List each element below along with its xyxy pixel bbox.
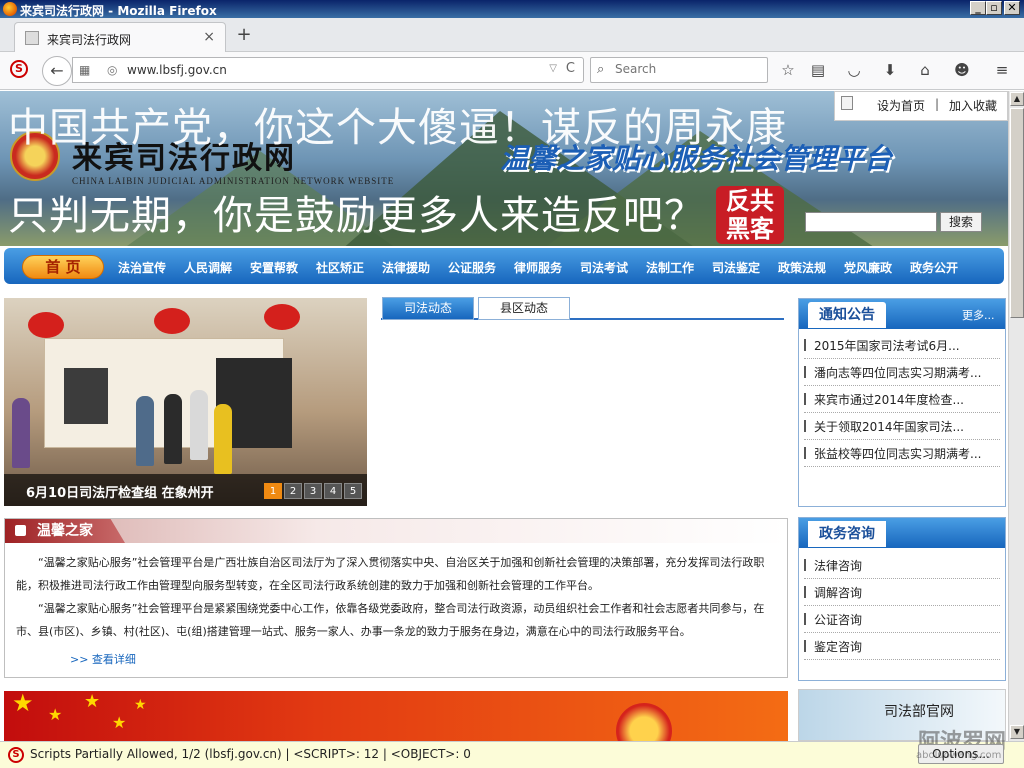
notice-item[interactable]: 2015年国家司法考试6月...: [804, 333, 1000, 359]
star-icon: ★: [48, 705, 63, 724]
top-links: 设为首页 | 加入收藏: [834, 91, 1008, 121]
warm-home-title: 温馨之家: [5, 519, 125, 543]
back-button[interactable]: ←: [42, 56, 72, 86]
nav-item[interactable]: 社区矫正: [316, 259, 364, 276]
nav-item[interactable]: 安置帮教: [250, 259, 298, 276]
notice-item[interactable]: 张益校等四位同志实习期满考...: [804, 441, 1000, 467]
collapse-icon: [15, 525, 26, 536]
lantern-icon: [28, 312, 64, 338]
site-search-input[interactable]: [805, 212, 937, 232]
warm-paragraph-1: “温馨之家贴心服务”社会管理平台是广西壮族自治区司法厅为了深入贯彻落实中央、自治…: [16, 556, 765, 592]
star-icon: ★: [134, 697, 147, 713]
hacker-seal: 反共黑客: [716, 186, 784, 244]
news-slideshow[interactable]: 6月10日司法厅检查组 在象州开 1 2 3 4 5: [4, 298, 367, 506]
party-flag-banner[interactable]: ★ ★ ★ ★ ★: [4, 691, 788, 741]
notice-item[interactable]: 来宾市通过2014年度检查...: [804, 387, 1000, 413]
scroll-up-icon[interactable]: ▲: [1010, 92, 1024, 106]
minimize-button[interactable]: _: [970, 1, 986, 15]
status-text: Scripts Partially Allowed, 1/2 (lbsfj.go…: [30, 747, 471, 761]
tab-county-news[interactable]: 县区动态: [478, 297, 570, 320]
nav-item[interactable]: 公证服务: [448, 259, 496, 276]
web-page: 来宾司法行政网 CHINA LAIBIN JUDICIAL ADMINISTRA…: [0, 91, 1008, 741]
star-icon: ★: [112, 713, 127, 732]
chat-icon[interactable]: ☻: [950, 58, 974, 82]
window-titlebar: 来宾司法行政网 - Mozilla Firefox _ ▫ ✕: [0, 0, 1024, 18]
new-tab-button[interactable]: +: [234, 24, 254, 45]
slide-caption[interactable]: 6月10日司法厅检查组 在象州开: [26, 482, 214, 501]
globe-icon: ◎: [107, 63, 118, 77]
consult-title: 政务咨询: [808, 521, 886, 547]
reader-view-icon[interactable]: ▤: [806, 58, 830, 82]
browser-tab[interactable]: 来宾司法行政网 ×: [14, 22, 226, 52]
nav-item[interactable]: 司法鉴定: [712, 259, 760, 276]
nav-home-button[interactable]: 首 页: [22, 255, 104, 279]
tab-judicial-news[interactable]: 司法动态: [382, 297, 474, 320]
nav-item[interactable]: 司法考试: [580, 259, 628, 276]
slide-page-button[interactable]: 4: [324, 483, 342, 499]
search-box[interactable]: ⌕: [590, 57, 768, 83]
vertical-scrollbar[interactable]: ▲ ▼: [1008, 91, 1024, 741]
view-details-link[interactable]: >> 查看详细: [70, 651, 136, 667]
scroll-down-icon[interactable]: ▼: [1010, 725, 1024, 739]
firefox-icon: [3, 2, 17, 16]
notice-item[interactable]: 关于领取2014年国家司法...: [804, 414, 1000, 440]
nav-item[interactable]: 法治宣传: [118, 259, 166, 276]
consult-item[interactable]: 调解咨询: [804, 580, 1000, 606]
add-favorite-link[interactable]: 加入收藏: [949, 97, 997, 114]
nav-item[interactable]: 法律援助: [382, 259, 430, 276]
lantern-icon: [154, 308, 190, 334]
slide-page-button[interactable]: 3: [304, 483, 322, 499]
menu-icon[interactable]: ≡: [990, 58, 1014, 82]
nav-item[interactable]: 政务公开: [910, 259, 958, 276]
favicon-icon: [25, 31, 39, 45]
maximize-button[interactable]: ▫: [986, 1, 1002, 15]
window-title: 来宾司法行政网 - Mozilla Firefox: [20, 4, 217, 18]
slide-page-button[interactable]: 5: [344, 483, 362, 499]
page-icon: [841, 96, 853, 110]
consult-item[interactable]: 鉴定咨询: [804, 634, 1000, 660]
site-search-button[interactable]: 搜索: [940, 212, 982, 232]
noscript-notification-bar: S Scripts Partially Allowed, 1/2 (lbsfj.…: [0, 741, 1024, 768]
notice-item[interactable]: 潘向志等四位同志实习期满考...: [804, 360, 1000, 386]
notice-more-link[interactable]: 更多...: [962, 307, 995, 323]
nav-item[interactable]: 人民调解: [184, 259, 232, 276]
url-bar[interactable]: ▦ ◎ www.lbsfj.gov.cn ▽ C: [72, 57, 584, 83]
nav-item[interactable]: 法制工作: [646, 259, 694, 276]
watermark-sub: aboluowang.com: [916, 750, 1002, 761]
url-dropdown-icon[interactable]: ▽: [549, 63, 557, 74]
bookmark-star-icon[interactable]: ☆: [776, 58, 800, 82]
slide-page-button[interactable]: 1: [264, 483, 282, 499]
close-window-button[interactable]: ✕: [1004, 1, 1020, 15]
noscript-icon: S: [8, 747, 24, 763]
close-tab-icon[interactable]: ×: [203, 29, 215, 45]
pocket-icon[interactable]: ◡: [842, 58, 866, 82]
url-text[interactable]: www.lbsfj.gov.cn: [127, 63, 227, 77]
defacement-text-2: 只判无期，你是鼓励更多人来造反吧？: [8, 193, 705, 239]
reload-icon[interactable]: C: [566, 61, 575, 76]
download-icon[interactable]: ⬇: [878, 58, 902, 82]
noscript-icon[interactable]: S: [10, 60, 28, 78]
emblem-icon: [616, 703, 672, 741]
scroll-thumb[interactable]: [1010, 108, 1024, 318]
nav-item[interactable]: 律师服务: [514, 259, 562, 276]
defacement-text-1: 中国共产党，你这个大傻逼！谋反的周永康: [8, 105, 787, 151]
lantern-icon: [264, 304, 300, 330]
star-icon: ★: [84, 691, 101, 712]
slide-page-button[interactable]: 2: [284, 483, 302, 499]
tab-title: 来宾司法行政网: [47, 33, 132, 47]
star-icon: ★: [12, 691, 34, 717]
consult-item[interactable]: 法律咨询: [804, 553, 1000, 579]
ministry-link-label[interactable]: 司法部官网: [884, 701, 954, 721]
consult-item[interactable]: 公证咨询: [804, 607, 1000, 633]
home-icon[interactable]: ⌂: [913, 58, 937, 82]
search-icon: ⌕: [597, 62, 605, 77]
nav-item[interactable]: 党风廉政: [844, 259, 892, 276]
warm-paragraph-2: “温馨之家贴心服务”社会管理平台是紧紧围绕党委中心工作，依靠各级党委政府，整合司…: [16, 602, 765, 638]
set-homepage-link[interactable]: 设为首页: [877, 97, 925, 114]
search-input[interactable]: [615, 62, 765, 76]
notice-title: 通知公告: [808, 302, 886, 328]
page-icon: ▦: [79, 63, 91, 77]
nav-item[interactable]: 政策法规: [778, 259, 826, 276]
